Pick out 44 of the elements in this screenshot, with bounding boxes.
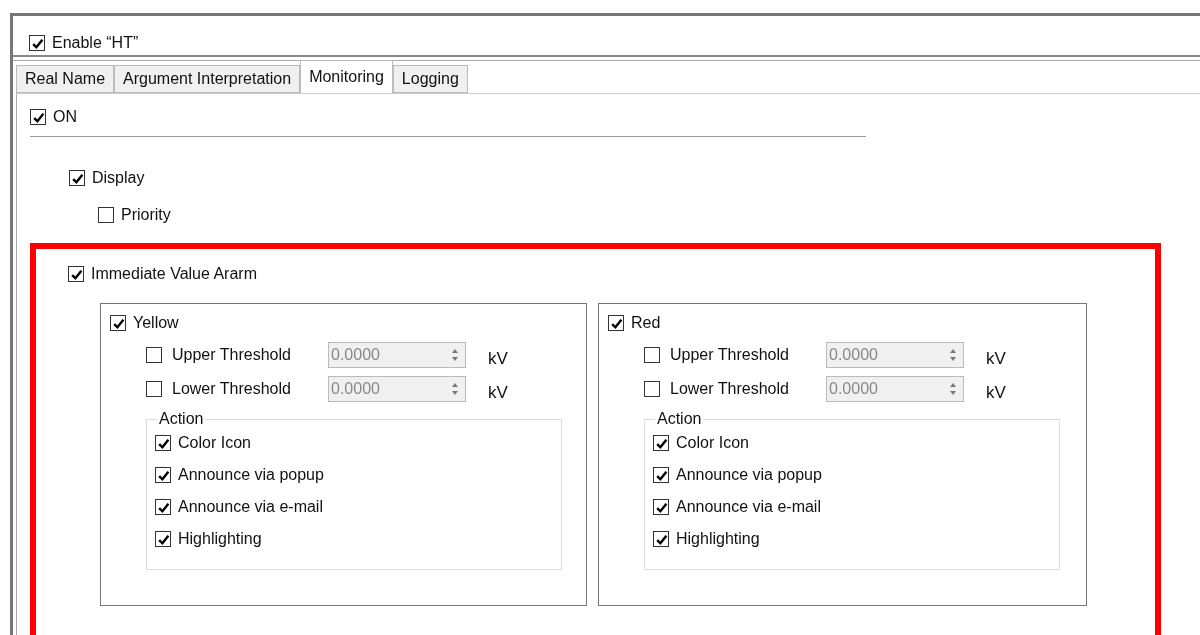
checkbox-label: Display: [92, 169, 145, 187]
unit-label: kV: [986, 349, 1006, 369]
checkbox-label: Announce via e-mail: [178, 498, 323, 516]
unit-label: kV: [488, 383, 508, 403]
checkbox-label: Upper Threshold: [172, 346, 292, 364]
checkbox-label: ON: [53, 108, 77, 126]
checkbox[interactable]: [155, 499, 171, 515]
checkbox-label: Lower Threshold: [172, 380, 292, 398]
checkbox-label: Announce via popup: [676, 466, 822, 484]
checkbox-label: Announce via popup: [178, 466, 324, 484]
checkbox[interactable]: [155, 467, 171, 483]
tab[interactable]: Argument Interpretation: [114, 65, 301, 93]
checkbox-label: Lower Threshold: [670, 380, 790, 398]
checkbox-label: Color Icon: [676, 434, 749, 452]
tab[interactable]: Monitoring: [300, 60, 393, 93]
checkbox-label: Yellow: [133, 314, 179, 332]
checkbox-label: Upper Threshold: [670, 346, 790, 364]
checkbox[interactable]: [69, 170, 85, 186]
group-title: Action: [158, 410, 205, 428]
checkbox[interactable]: [608, 315, 624, 331]
checkbox[interactable]: [653, 467, 669, 483]
checkbox-label: Highlighting: [676, 530, 760, 548]
checkbox[interactable]: [68, 266, 84, 282]
checkbox[interactable]: [98, 207, 114, 223]
unit-label: kV: [488, 349, 508, 369]
checkbox-label: Immediate Value Ararm: [91, 265, 257, 283]
checkbox-label: Highlighting: [178, 530, 262, 548]
checkbox-label: Announce via e-mail: [676, 498, 821, 516]
group-title: Action: [656, 410, 703, 428]
checkbox-label: Priority: [121, 206, 171, 224]
checkbox-label: Red: [631, 314, 661, 332]
checkbox-label: Color Icon: [178, 434, 251, 452]
checkbox[interactable]: [653, 435, 669, 451]
checkbox[interactable]: [155, 435, 171, 451]
checkbox[interactable]: [30, 109, 46, 125]
checkbox-label: Enable “HT”: [52, 34, 139, 52]
checkbox[interactable]: [653, 499, 669, 515]
checkbox[interactable]: [653, 531, 669, 547]
checkbox[interactable]: [155, 531, 171, 547]
tab[interactable]: Logging: [392, 65, 468, 93]
unit-label: kV: [986, 383, 1006, 403]
checkbox[interactable]: [110, 315, 126, 331]
checkbox[interactable]: [29, 35, 45, 51]
tab[interactable]: Real Name: [16, 65, 115, 93]
